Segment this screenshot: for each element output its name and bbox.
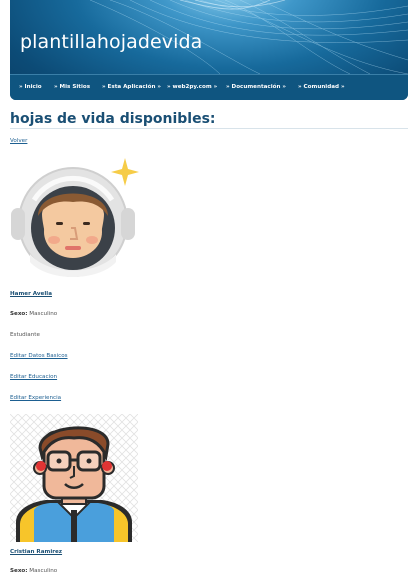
nav-item-comunidad[interactable]: » Comunidad »	[298, 84, 345, 90]
profile-name-link[interactable]: Cristian Ramirez	[10, 549, 62, 555]
nav-item-esta-aplicacion[interactable]: » Esta Aplicación »	[102, 84, 161, 90]
main-navbar: » Inicio » Mis Sitios » Esta Aplicación …	[10, 74, 408, 100]
profile-sexo: Sexo: Masculino	[10, 311, 57, 317]
edit-education-link[interactable]: Editar Educacion	[10, 374, 57, 380]
page-title: hojas de vida disponibles:	[10, 111, 216, 127]
sexo-label: Sexo:	[10, 311, 28, 317]
nav-item-inicio[interactable]: » Inicio	[19, 84, 42, 90]
nav-item-web2py[interactable]: » web2py.com »	[167, 84, 217, 90]
edit-experience-link[interactable]: Editar Experiencia	[10, 395, 61, 401]
nav-item-documentacion[interactable]: » Documentación »	[226, 84, 286, 90]
site-title[interactable]: plantillahojadevida	[20, 31, 202, 53]
man-with-glasses-avatar-image	[10, 414, 138, 542]
profile-sexo: Sexo: Masculino	[10, 568, 57, 574]
astronaut-avatar-image	[11, 158, 139, 277]
sexo-value: Masculino	[29, 311, 58, 317]
profile-name-link[interactable]: Hamer Avella	[10, 291, 52, 297]
sexo-label: Sexo:	[10, 568, 28, 574]
nav-item-mis-sitios[interactable]: » Mis Sitios	[54, 84, 90, 90]
edit-basic-data-link[interactable]: Editar Datos Basicos	[10, 353, 68, 359]
profile-role: Estudiante	[10, 332, 40, 338]
site-header: plantillahojadevida » Inicio » Mis Sitio…	[10, 0, 408, 100]
sexo-value: Masculino	[29, 568, 58, 574]
heading-divider	[10, 128, 408, 129]
back-link[interactable]: Volver	[10, 138, 27, 144]
